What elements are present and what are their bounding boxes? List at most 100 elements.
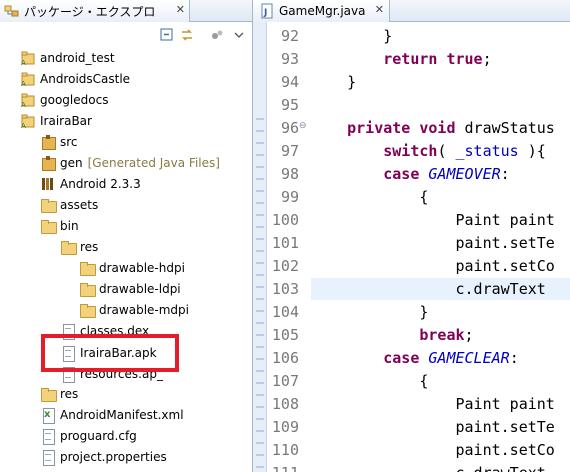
close-icon[interactable]: ✕ (375, 3, 384, 16)
code-line: case GAMECLEAR: (383, 349, 519, 367)
line-number: 99 (280, 188, 299, 206)
tree-item-android-library[interactable]: Android 2.3.3 (40, 174, 141, 194)
view-menu-button[interactable] (230, 26, 248, 44)
explorer-toolbar (0, 22, 252, 48)
code-line: Paint paint (311, 395, 555, 413)
tab-package-explorer[interactable]: パッケージ・エクスプロ ✕ (0, 0, 190, 22)
folder-icon (79, 260, 96, 276)
tab-gamemgr-java[interactable]: J GameMgr.java ✕ (253, 0, 390, 22)
line-number: 111 (272, 462, 299, 472)
tree-item-drawable-hdpi[interactable]: drawable-hdpi (79, 258, 185, 278)
line-number: 101 (271, 234, 299, 252)
line-number: 94 (280, 73, 299, 91)
tree-item-label: AndroidManifest.xml (60, 408, 184, 422)
tree-item-manifest[interactable]: AndroidManifest.xml (40, 405, 184, 425)
editor-ruler (253, 22, 267, 472)
highlight-box (41, 334, 179, 372)
svg-text:A: A (21, 101, 26, 108)
task-focus-icon (212, 30, 223, 39)
project-icon: A (20, 71, 36, 88)
folder-icon (40, 197, 57, 213)
package-explorer-icon (4, 5, 19, 17)
tree-item-proguard[interactable]: proguard.cfg (40, 426, 137, 446)
line-number: 110 (271, 441, 299, 459)
code-line: { (311, 372, 429, 390)
tree-item-project[interactable]: A googledocs (20, 90, 108, 110)
code-line: Paint paint (311, 211, 555, 229)
tree-item-drawable-mdpi[interactable]: drawable-mdpi (79, 300, 189, 320)
project-icon: A (20, 113, 36, 130)
tree-item-label: drawable-ldpi (99, 282, 181, 296)
focus-task-button[interactable] (208, 26, 226, 44)
code-line: } (311, 73, 357, 91)
java-editor: J GameMgr.java ✕ 92 93 94 95 96 ⊖ 97 98 99 100 101… (253, 0, 570, 472)
code-line: { (311, 188, 429, 206)
code-area[interactable]: } return true; } private void drawStatus… (311, 22, 570, 472)
tree-item-project[interactable]: A AndroidsCastle (20, 69, 130, 89)
tree-item-bin-res[interactable]: res (60, 237, 98, 257)
file-icon (40, 428, 56, 445)
tree-item-gen[interactable]: gen [Generated Java Files] (40, 153, 220, 173)
tree-item-drawable-ldpi[interactable]: drawable-ldpi (79, 279, 181, 299)
source-folder-icon (40, 155, 56, 171)
tree-item-project[interactable]: A IrairaBar (20, 111, 92, 131)
editor-tab-title: GameMgr.java (279, 4, 366, 18)
code-line: paint.setCo (311, 257, 555, 275)
line-number: 102 (271, 257, 299, 275)
tree-item-label: android_test (40, 51, 115, 65)
tree-item-assets[interactable]: assets (40, 195, 98, 215)
line-number: 96 (280, 119, 299, 137)
project-icon: A (20, 50, 36, 67)
tree-item-project[interactable]: A android_test (20, 48, 115, 68)
tree-item-label: bin (60, 219, 79, 233)
tree-item-label: IrairaBar (40, 114, 92, 128)
code-line: } (311, 27, 393, 45)
code-line: } (311, 303, 429, 321)
line-number: 108 (271, 395, 299, 413)
tree-item-label: AndroidsCastle (40, 72, 131, 86)
line-number: 104 (271, 303, 299, 321)
code-line: return true; (383, 50, 492, 68)
tree-item-label: assets (60, 198, 99, 212)
file-icon (40, 449, 56, 466)
tree-item-label: drawable-hdpi (99, 261, 185, 275)
close-icon[interactable]: ✕ (176, 3, 185, 16)
tree-item-label: proguard.cfg (60, 429, 137, 443)
tree-item-bin[interactable]: bin (40, 216, 79, 236)
fold-toggle-icon[interactable]: ⊖ (299, 121, 307, 131)
package-explorer-view: パッケージ・エクスプロ ✕ A android_test A AndroidsC… (0, 0, 253, 472)
tree-item-src[interactable]: src (40, 132, 78, 152)
project-icon: A (20, 92, 36, 109)
line-number: 98 (280, 165, 299, 183)
folder-icon (79, 302, 96, 318)
tree-item-label: drawable-mdpi (99, 303, 189, 317)
link-with-editor-button[interactable] (178, 26, 196, 44)
code-line: private void drawStatus (347, 119, 555, 137)
tree-item-label: res (60, 387, 79, 401)
folder-icon (40, 218, 57, 234)
xml-file-icon (40, 407, 56, 424)
folder-icon (79, 281, 96, 297)
tree-item-label: project.properties (60, 450, 167, 464)
chevron-down-icon (234, 32, 244, 38)
collapse-all-icon (160, 28, 173, 41)
code-line: break; (419, 326, 474, 344)
collapse-all-button[interactable] (158, 26, 176, 44)
line-number: 109 (271, 418, 299, 436)
link-with-editor-icon (182, 29, 192, 41)
line-number: 95 (280, 96, 299, 114)
explorer-tab-title: パッケージ・エクスプロ (24, 4, 156, 19)
code-line: paint.setCo (311, 441, 555, 459)
tree-item-project-properties[interactable]: project.properties (40, 447, 167, 467)
tree-item-res[interactable]: res (40, 384, 78, 404)
tree-item-label: res (80, 240, 99, 254)
code-line: paint.setTe (311, 418, 555, 436)
tree-item-decoration: [Generated Java Files] (87, 156, 220, 170)
editor-tab-bar: J GameMgr.java ✕ (253, 0, 570, 22)
tree-item-label: Android 2.3.3 (60, 177, 141, 191)
folder-icon (40, 386, 57, 402)
tree-item-label: src (60, 135, 78, 149)
line-number: 92 (280, 27, 299, 45)
source-folder-icon (40, 134, 56, 150)
